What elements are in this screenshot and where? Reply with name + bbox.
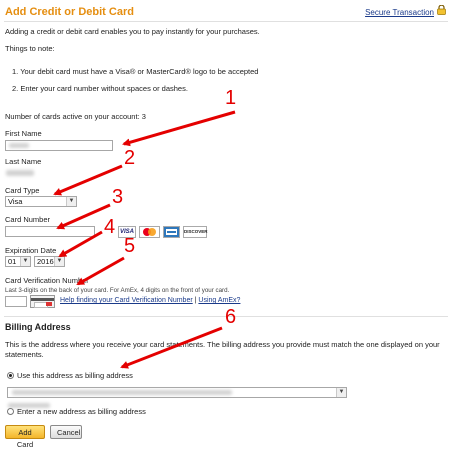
- use-this-address-label: Use this address as billing address: [17, 371, 133, 380]
- annotation-number-4: 4: [104, 216, 116, 238]
- first-name-input[interactable]: [5, 140, 113, 151]
- redacted-last-name: [6, 170, 34, 176]
- cvn-label: Card Verification Number: [5, 276, 89, 285]
- page-title: Add Credit or Debit Card: [5, 6, 134, 18]
- chevron-down-icon: ▼: [20, 257, 30, 266]
- header-divider: [4, 21, 448, 22]
- annotation-arrow-3: [56, 203, 111, 230]
- enter-new-address-label: Enter a new address as billing address: [17, 407, 146, 416]
- cvn-links: Help finding your Card Verification Numb…: [60, 297, 240, 304]
- exp-year-value: 2016: [37, 257, 54, 266]
- secure-transaction-link[interactable]: Secure Transaction: [365, 8, 434, 17]
- chevron-down-icon: ▼: [336, 388, 346, 397]
- last-name-label: Last Name: [5, 157, 42, 166]
- card-number-input[interactable]: [5, 226, 95, 237]
- note-visa-mastercard: 1. Your debit card must have a Visa® or …: [12, 67, 259, 76]
- card-type-value: Visa: [8, 197, 23, 206]
- intro-text: Adding a credit or debit card enables yo…: [5, 27, 260, 36]
- cvn-help-text: Last 3-digits on the back of your card. …: [5, 287, 230, 294]
- cvn-input[interactable]: [5, 296, 27, 307]
- discover-logo-icon: DISCOVER: [183, 226, 208, 238]
- chevron-down-icon: ▼: [54, 257, 64, 266]
- chevron-down-icon: ▼: [66, 197, 76, 206]
- cards-active-count: Number of cards active on your account: …: [5, 112, 146, 121]
- card-back-icon: [30, 295, 55, 308]
- note-no-spaces: 2. Enter your card number without spaces…: [12, 84, 188, 93]
- add-card-button[interactable]: Add Card: [5, 425, 45, 449]
- card-number-label: Card Number: [5, 215, 51, 224]
- exp-month-select[interactable]: 01 ▼: [5, 256, 31, 267]
- annotation-number-2: 2: [124, 147, 136, 169]
- expiration-date-label: Expiration Date: [5, 246, 57, 255]
- annotation-number-6: 6: [225, 306, 237, 328]
- card-type-label: Card Type: [5, 186, 40, 195]
- card-type-select[interactable]: Visa ▼: [5, 196, 77, 207]
- amex-logo-icon: [163, 226, 180, 238]
- exp-year-select[interactable]: 2016 ▼: [34, 256, 65, 267]
- first-name-label: First Name: [5, 129, 42, 138]
- billing-address-heading: Billing Address: [5, 322, 71, 332]
- notes-heading: Things to note:: [5, 44, 55, 53]
- annotation-number-3: 3: [112, 186, 124, 208]
- mastercard-logo-icon: [139, 226, 160, 238]
- billing-description: This is the address where you receive yo…: [5, 340, 440, 359]
- amex-help-link[interactable]: Using AmEx?: [198, 297, 240, 304]
- enter-new-address-radio[interactable]: [7, 408, 14, 415]
- annotation-number-5: 5: [124, 235, 136, 257]
- lock-icon: [437, 5, 446, 15]
- cancel-button[interactable]: Cancel: [50, 425, 82, 439]
- redacted-address: [12, 390, 232, 395]
- billing-address-select[interactable]: ▼: [7, 387, 347, 398]
- cvn-help-link[interactable]: Help finding your Card Verification Numb…: [60, 297, 193, 304]
- use-this-address-radio[interactable]: [7, 372, 14, 379]
- annotation-number-1: 1: [225, 87, 237, 109]
- redacted-first-name: [9, 143, 29, 148]
- exp-month-value: 01: [8, 257, 17, 266]
